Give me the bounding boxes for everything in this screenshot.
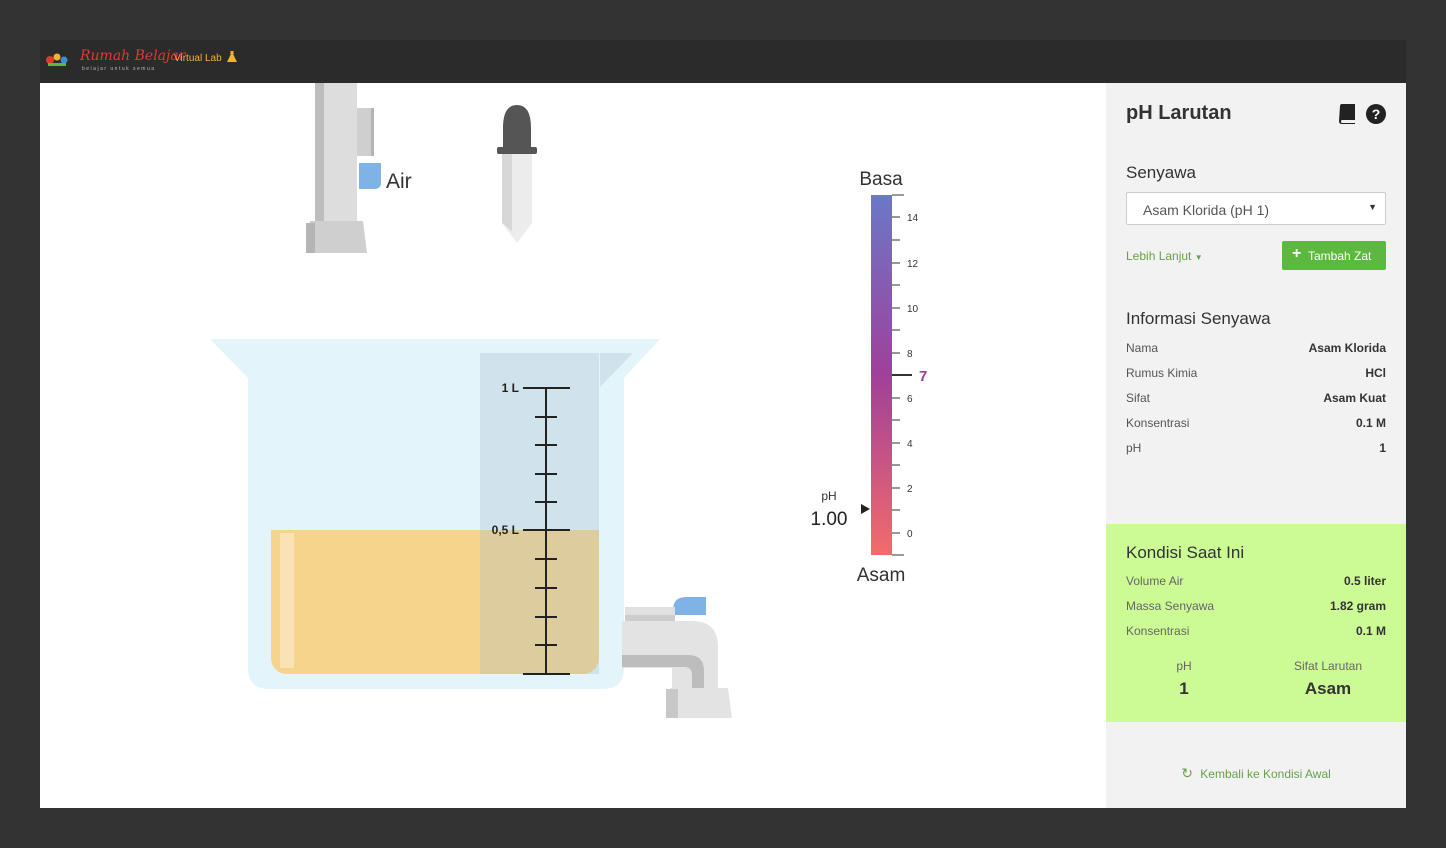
info-value: HCl [1365, 366, 1386, 380]
caret-down-icon: ▼ [1194, 253, 1203, 262]
logo-mark-icon [46, 53, 68, 66]
condition-value: 0.5 liter [1343, 574, 1386, 588]
add-substance-label: Tambah Zat [1308, 249, 1372, 263]
condition-ph-value: 1 [1179, 679, 1189, 698]
compound-label: Senyawa [1126, 163, 1196, 182]
info-key: Konsentrasi [1126, 416, 1190, 430]
tick-label-12: 12 [907, 259, 919, 270]
reset-label: Kembali ke Kondisi Awal [1200, 767, 1331, 781]
beaker-mark-full: 1 L [502, 381, 519, 395]
condition-key: Volume Air [1126, 574, 1184, 588]
condition-row: Massa Senyawa 1.82 gram [1126, 599, 1386, 615]
lab-stage: Air 1 L 0,5 L Basa 14 12 10 8 6 4 2 0 7 … [210, 83, 927, 718]
svg-text:?: ? [1372, 106, 1381, 122]
info-value: 0.1 M [1355, 416, 1386, 430]
condition-nature: Sifat Larutan Asam [1258, 659, 1398, 699]
ph-pointer-icon [861, 504, 870, 514]
compound-select-value: Asam Klorida (pH 1) [1143, 202, 1270, 218]
tick-label-10: 10 [907, 304, 919, 315]
info-row: pH 1 [1126, 441, 1386, 457]
neutral-mark: 7 [919, 368, 927, 385]
ph-pointer-caption: pH [821, 489, 836, 503]
condition-ph: pH 1 [1114, 659, 1254, 699]
compound-select[interactable]: Asam Klorida (pH 1) ▼ [1126, 192, 1386, 225]
info-value: 1 [1379, 441, 1386, 455]
info-row: Sifat Asam Kuat [1126, 391, 1386, 407]
more-options-label: Lebih Lanjut [1126, 249, 1192, 263]
product-name: Virtual Lab [174, 53, 222, 64]
tick-label-0: 0 [907, 529, 913, 540]
info-key: pH [1126, 441, 1142, 455]
condition-row: Volume Air 0.5 liter [1126, 574, 1386, 590]
info-title: Informasi Senyawa [1126, 309, 1271, 328]
info-row: Nama Asam Klorida [1126, 341, 1386, 357]
info-key: Rumus Kimia [1126, 366, 1198, 380]
reset-link[interactable]: ↻ Kembali ke Kondisi Awal [1106, 765, 1406, 782]
ph-pointer-value: 1.00 [811, 509, 848, 530]
caret-down-icon: ▼ [1368, 202, 1377, 212]
current-condition-panel: Kondisi Saat Ini Volume Air 0.5 liter Ma… [1106, 524, 1406, 722]
ph-scale-tick-labels: 14 12 10 8 6 4 2 0 [907, 213, 919, 540]
condition-key: Massa Senyawa [1126, 599, 1215, 613]
beaker [210, 339, 660, 689]
panel-title: pH Larutan [1126, 102, 1232, 124]
book-icon[interactable] [1338, 104, 1356, 124]
condition-ph-label: pH [1176, 659, 1192, 673]
tick-label-8: 8 [907, 349, 913, 360]
tick-label-6: 6 [907, 394, 913, 405]
info-key: Sifat [1126, 391, 1151, 405]
scale-label-base: Basa [859, 169, 903, 190]
drain-tap[interactable] [622, 597, 732, 718]
condition-value: 1.82 gram [1329, 599, 1386, 613]
info-value: Asam Kuat [1323, 391, 1386, 405]
info-value: Asam Klorida [1308, 341, 1386, 355]
condition-value: 0.1 M [1355, 624, 1386, 638]
sidebar-panel: pH Larutan ? Senyawa Asam Klorida (pH 1)… [1106, 83, 1406, 808]
ph-scale-bar [871, 195, 892, 555]
app-window: Rumah Belajar belajar untuk semua Virtua… [40, 40, 1406, 808]
water-label: Air [386, 170, 412, 193]
info-row: Rumus Kimia HCl [1126, 366, 1386, 382]
brand-tagline: belajar untuk semua [82, 66, 156, 72]
condition-row: Konsentrasi 0.1 M [1126, 624, 1386, 640]
dropper-icon[interactable] [497, 105, 537, 243]
add-substance-button[interactable]: + Tambah Zat [1282, 241, 1386, 270]
beaker-mark-half: 0,5 L [492, 523, 519, 537]
brand-name: Rumah Belajar [80, 48, 186, 64]
ph-scale-ticks [892, 194, 912, 556]
more-options-link[interactable]: Lebih Lanjut ▼ [1126, 249, 1203, 263]
top-bar: Rumah Belajar belajar untuk semua Virtua… [40, 40, 1406, 83]
help-icon[interactable]: ? [1366, 104, 1386, 124]
info-row: Konsentrasi 0.1 M [1126, 416, 1386, 432]
tick-label-2: 2 [907, 484, 913, 495]
condition-nature-value: Asam [1304, 679, 1352, 698]
refresh-icon: ↻ [1181, 765, 1193, 781]
info-key: Nama [1126, 341, 1159, 355]
condition-key: Konsentrasi [1126, 624, 1190, 638]
plus-icon: + [1292, 245, 1302, 262]
water-dispenser[interactable] [306, 83, 381, 253]
condition-title: Kondisi Saat Ini [1126, 543, 1245, 562]
flask-icon [227, 51, 237, 62]
scale-label-acid: Asam [857, 565, 906, 586]
tick-label-4: 4 [907, 439, 913, 450]
condition-nature-label: Sifat Larutan [1293, 659, 1363, 673]
tick-label-14: 14 [907, 213, 919, 224]
